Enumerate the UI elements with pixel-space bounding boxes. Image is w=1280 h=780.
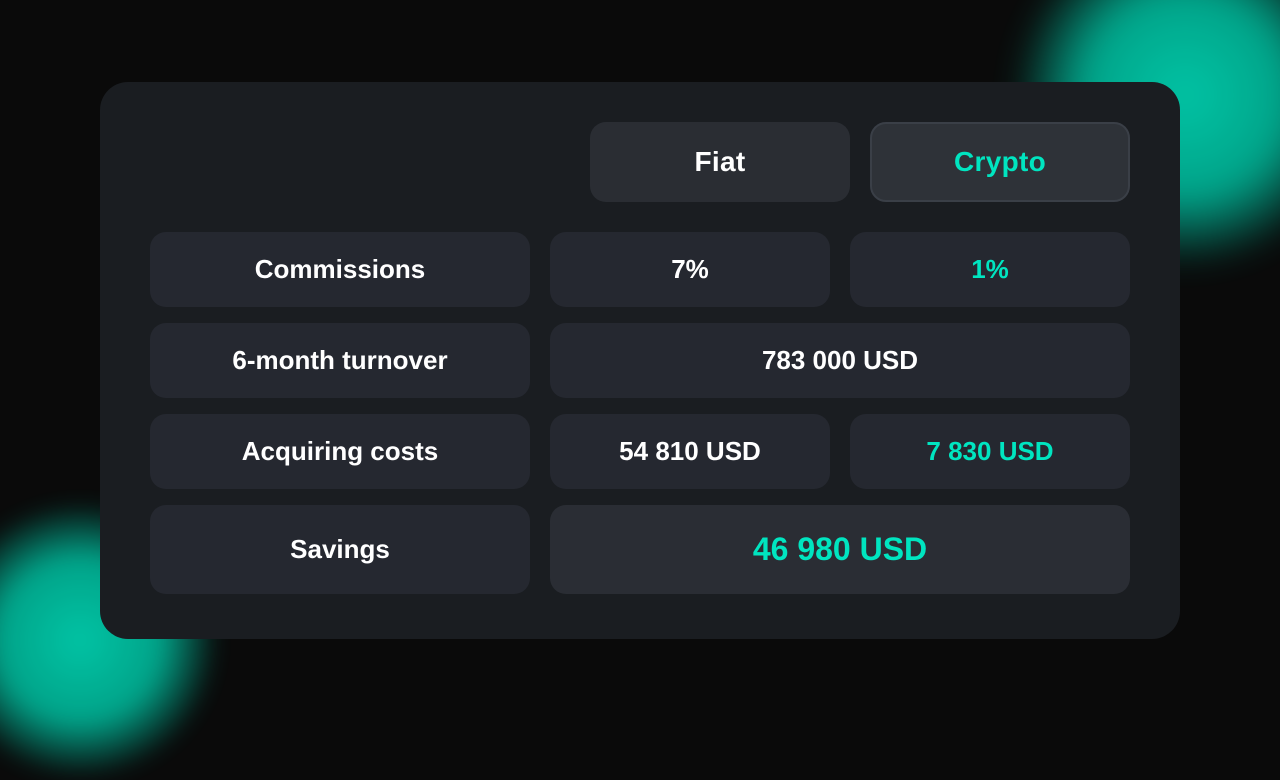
main-card: Fiat Crypto Commissions 7% 1% 6-month tu… (100, 82, 1180, 639)
acquiring-row: Acquiring costs 54 810 USD 7 830 USD (150, 414, 1130, 489)
acquiring-label: Acquiring costs (242, 436, 438, 467)
data-rows: Commissions 7% 1% 6-month turnover 783 0… (150, 232, 1130, 594)
commissions-crypto-cell: 1% (850, 232, 1130, 307)
turnover-label-cell: 6-month turnover (150, 323, 530, 398)
commissions-label-cell: Commissions (150, 232, 530, 307)
tab-crypto[interactable]: Crypto (870, 122, 1130, 202)
tab-fiat[interactable]: Fiat (590, 122, 850, 202)
turnover-value: 783 000 USD (762, 345, 918, 376)
acquiring-crypto-value: 7 830 USD (926, 436, 1053, 467)
commissions-label: Commissions (255, 254, 426, 285)
savings-row: Savings 46 980 USD (150, 505, 1130, 594)
savings-values: 46 980 USD (550, 505, 1130, 594)
savings-label-cell: Savings (150, 505, 530, 594)
commissions-fiat-value: 7% (671, 254, 709, 285)
savings-value-cell: 46 980 USD (550, 505, 1130, 594)
turnover-values: 783 000 USD (550, 323, 1130, 398)
acquiring-fiat-value: 54 810 USD (619, 436, 761, 467)
tab-row: Fiat Crypto (150, 122, 1130, 202)
turnover-value-cell: 783 000 USD (550, 323, 1130, 398)
savings-label: Savings (290, 534, 390, 565)
commissions-values: 7% 1% (550, 232, 1130, 307)
acquiring-fiat-cell: 54 810 USD (550, 414, 830, 489)
acquiring-values: 54 810 USD 7 830 USD (550, 414, 1130, 489)
turnover-row: 6-month turnover 783 000 USD (150, 323, 1130, 398)
commissions-crypto-value: 1% (971, 254, 1009, 285)
acquiring-crypto-cell: 7 830 USD (850, 414, 1130, 489)
savings-value: 46 980 USD (753, 531, 927, 568)
commissions-fiat-cell: 7% (550, 232, 830, 307)
turnover-label: 6-month turnover (232, 345, 447, 376)
commissions-row: Commissions 7% 1% (150, 232, 1130, 307)
acquiring-label-cell: Acquiring costs (150, 414, 530, 489)
